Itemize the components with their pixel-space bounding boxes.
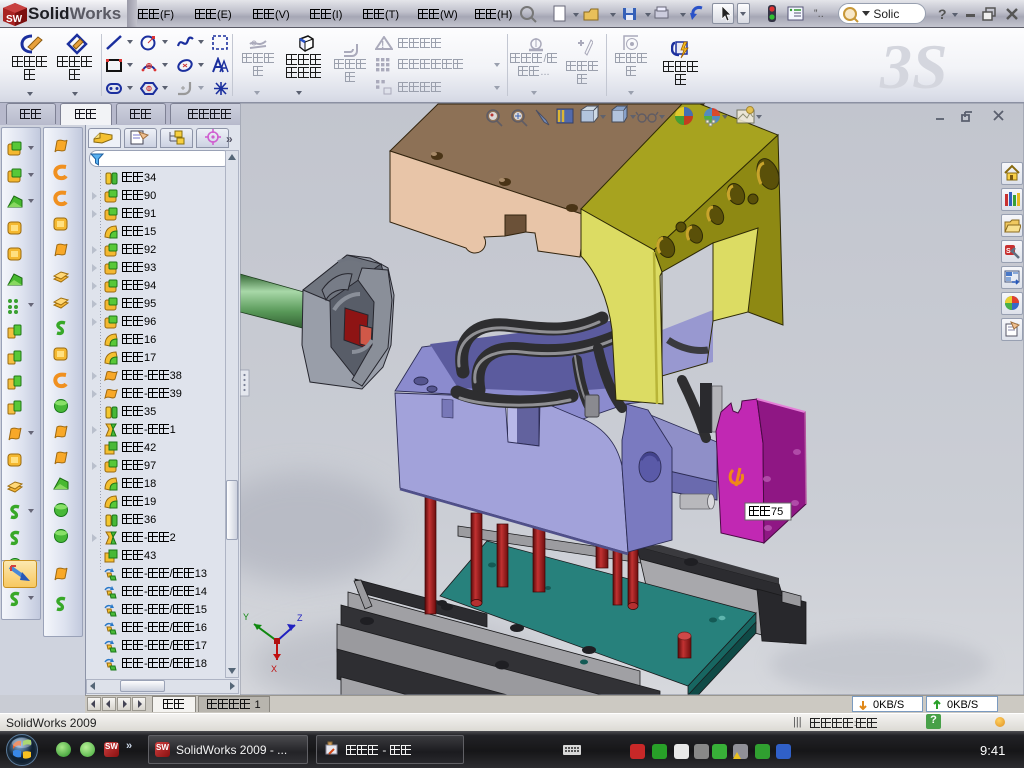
svg-text:SW: SW — [6, 14, 23, 25]
svg-text:S: S — [1006, 248, 1011, 255]
svg-text:!: ! — [381, 40, 384, 50]
svg-text:X: X — [271, 664, 277, 674]
svg-text:Z: Z — [297, 613, 303, 623]
svg-text:Y: Y — [243, 612, 249, 622]
